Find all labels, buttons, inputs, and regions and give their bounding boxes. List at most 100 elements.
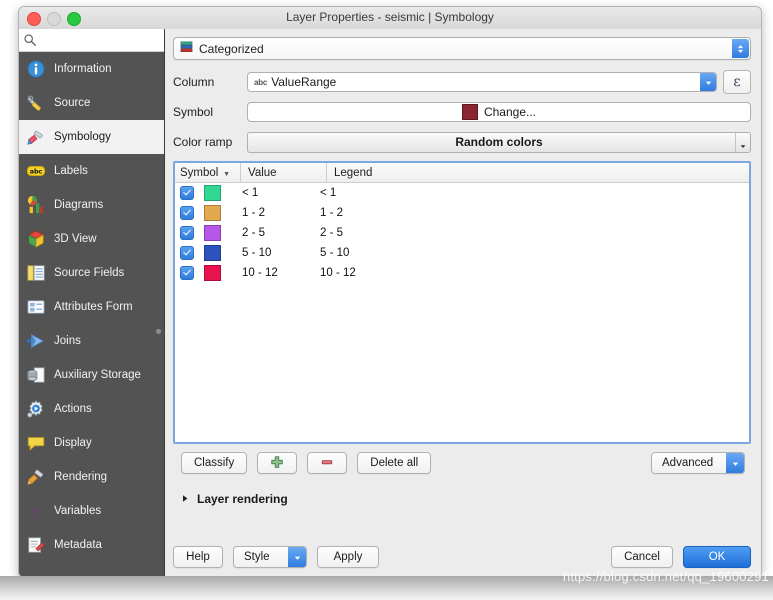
delete-all-button[interactable]: Delete all <box>357 452 432 474</box>
sidebar-item-label: Metadata <box>54 539 102 551</box>
cell-legend[interactable]: 2 - 5 <box>313 227 749 239</box>
sidebar-item-source-fields[interactable]: Source Fields <box>19 256 164 290</box>
category-color-swatch[interactable] <box>204 225 221 241</box>
ok-button[interactable]: OK <box>683 546 751 568</box>
cell-symbol <box>175 205 235 221</box>
cube-3d-icon <box>25 228 47 250</box>
cell-legend[interactable]: 10 - 12 <box>313 267 749 279</box>
cell-legend[interactable]: < 1 <box>313 187 749 199</box>
footer-right-buttons: Cancel OK <box>611 546 751 568</box>
help-button[interactable]: Help <box>173 546 223 568</box>
cell-value[interactable]: 5 - 10 <box>235 247 313 259</box>
advanced-button[interactable]: Advanced <box>651 452 745 474</box>
sidebar-item-label: Display <box>54 437 92 449</box>
sidebar-item-actions[interactable]: Actions <box>19 392 164 426</box>
column-combobox[interactable]: abc ValueRange <box>247 72 717 92</box>
cell-symbol <box>175 245 235 261</box>
sidebar-item-variables[interactable]: ε Variables <box>19 494 164 528</box>
source-fields-icon <box>25 262 47 284</box>
chevron-down-icon[interactable] <box>288 547 306 567</box>
row-checkbox[interactable] <box>180 266 194 280</box>
style-button[interactable]: Style <box>233 546 307 568</box>
cell-symbol <box>175 265 235 281</box>
sidebar-item-3d-view[interactable]: 3D View <box>19 222 164 256</box>
classify-button[interactable]: Classify <box>181 452 248 474</box>
classification-toolbar: Classify Delete all Advanced <box>173 452 751 474</box>
row-checkbox[interactable] <box>180 206 194 220</box>
triangle-right-icon[interactable] <box>181 494 189 505</box>
labels-abc-icon: abc <box>25 160 47 182</box>
cell-legend[interactable]: 5 - 10 <box>313 247 749 259</box>
metadata-icon <box>25 534 47 556</box>
cancel-button[interactable]: Cancel <box>611 546 673 568</box>
sidebar-item-label: Variables <box>54 505 102 517</box>
color-ramp-label: Color ramp <box>173 135 233 149</box>
cell-legend[interactable]: 1 - 2 <box>313 207 749 219</box>
categories-table[interactable]: Symbol ▼ Value Legend < 1 < 11 - 21 - 22 … <box>173 161 751 444</box>
symbol-change-button[interactable]: Change... <box>247 102 751 122</box>
sidebar-item-label: Information <box>54 63 112 75</box>
column-header-legend[interactable]: Legend <box>327 167 749 179</box>
table-body: < 1 < 11 - 21 - 22 - 52 - 55 - 10 5 - 10 10… <box>175 183 749 283</box>
table-row[interactable]: 1 - 21 - 2 <box>175 203 749 223</box>
sidebar-item-label: Rendering <box>54 471 108 483</box>
sidebar-item-rendering[interactable]: Rendering <box>19 460 164 494</box>
column-header-symbol[interactable]: Symbol ▼ <box>175 167 240 179</box>
table-row[interactable]: 10 - 12 10 - 12 <box>175 263 749 283</box>
expression-button[interactable]: ε <box>723 70 751 94</box>
sidebar-item-labels[interactable]: abc Labels <box>19 154 164 188</box>
svg-text:ε: ε <box>32 502 40 520</box>
category-color-swatch[interactable] <box>204 265 221 281</box>
sidebar-item-symbology[interactable]: Symbology <box>19 120 164 154</box>
sidebar-item-label: Symbology <box>54 131 111 143</box>
sidebar-item-metadata[interactable]: Metadata <box>19 528 164 562</box>
sidebar-item-display[interactable]: Display <box>19 426 164 460</box>
table-row[interactable]: 2 - 52 - 5 <box>175 223 749 243</box>
chevron-down-icon[interactable] <box>735 132 750 152</box>
symbol-label: Symbol <box>173 105 214 119</box>
table-row[interactable]: < 1 < 1 <box>175 183 749 203</box>
chevron-down-icon[interactable] <box>700 73 716 91</box>
sidebar-item-joins[interactable]: Joins <box>19 324 164 358</box>
cell-value[interactable]: 1 - 2 <box>235 207 313 219</box>
add-category-button[interactable] <box>257 452 298 474</box>
sidebar-item-label: Attributes Form <box>54 301 133 313</box>
search-icon <box>23 33 37 47</box>
sidebar-item-label: Joins <box>54 335 81 347</box>
cell-symbol <box>175 185 235 201</box>
column-label: Column <box>173 75 215 89</box>
row-checkbox[interactable] <box>180 246 194 260</box>
sidebar-item-source[interactable]: Source <box>19 86 164 120</box>
sidebar-item-auxiliary-storage[interactable]: Auxiliary Storage <box>19 358 164 392</box>
category-color-swatch[interactable] <box>204 205 221 221</box>
sidebar-item-attributes-form[interactable]: Attributes Form <box>19 290 164 324</box>
cell-value[interactable]: 2 - 5 <box>235 227 313 239</box>
sidebar-search[interactable] <box>19 29 164 52</box>
sidebar-item-diagrams[interactable]: Diagrams <box>19 188 164 222</box>
table-row[interactable]: 5 - 10 5 - 10 <box>175 243 749 263</box>
chevron-updown-icon[interactable] <box>732 39 749 58</box>
sort-descending-icon: ▼ <box>223 170 230 178</box>
window-title: Layer Properties - seismic | Symbology <box>286 10 494 24</box>
cell-value[interactable]: 10 - 12 <box>235 267 313 279</box>
cell-value[interactable]: < 1 <box>235 187 313 199</box>
sidebar-item-information[interactable]: Information <box>19 52 164 86</box>
sidebar-item-label: 3D View <box>54 233 97 245</box>
row-checkbox[interactable] <box>180 226 194 240</box>
layer-rendering-section[interactable]: Layer rendering <box>173 492 751 506</box>
category-color-swatch[interactable] <box>204 245 221 261</box>
color-ramp-combobox[interactable]: Random colors <box>247 131 751 153</box>
row-checkbox[interactable] <box>180 186 194 200</box>
sidebar-scroll-indicator[interactable] <box>156 329 161 334</box>
field-type-abc-icon: abc <box>254 77 268 87</box>
apply-button[interactable]: Apply <box>317 546 379 568</box>
column-header-value[interactable]: Value <box>241 167 326 179</box>
column-value: ValueRange <box>271 75 337 89</box>
table-header-row: Symbol ▼ Value Legend <box>175 163 749 183</box>
sidebar: Information Source Symbology abc Labels … <box>19 29 165 577</box>
search-input[interactable] <box>37 33 160 47</box>
category-color-swatch[interactable] <box>204 185 221 201</box>
remove-category-button[interactable] <box>307 452 348 474</box>
renderer-type-combobox[interactable]: Categorized <box>173 37 751 60</box>
chevron-down-icon[interactable] <box>726 453 744 473</box>
